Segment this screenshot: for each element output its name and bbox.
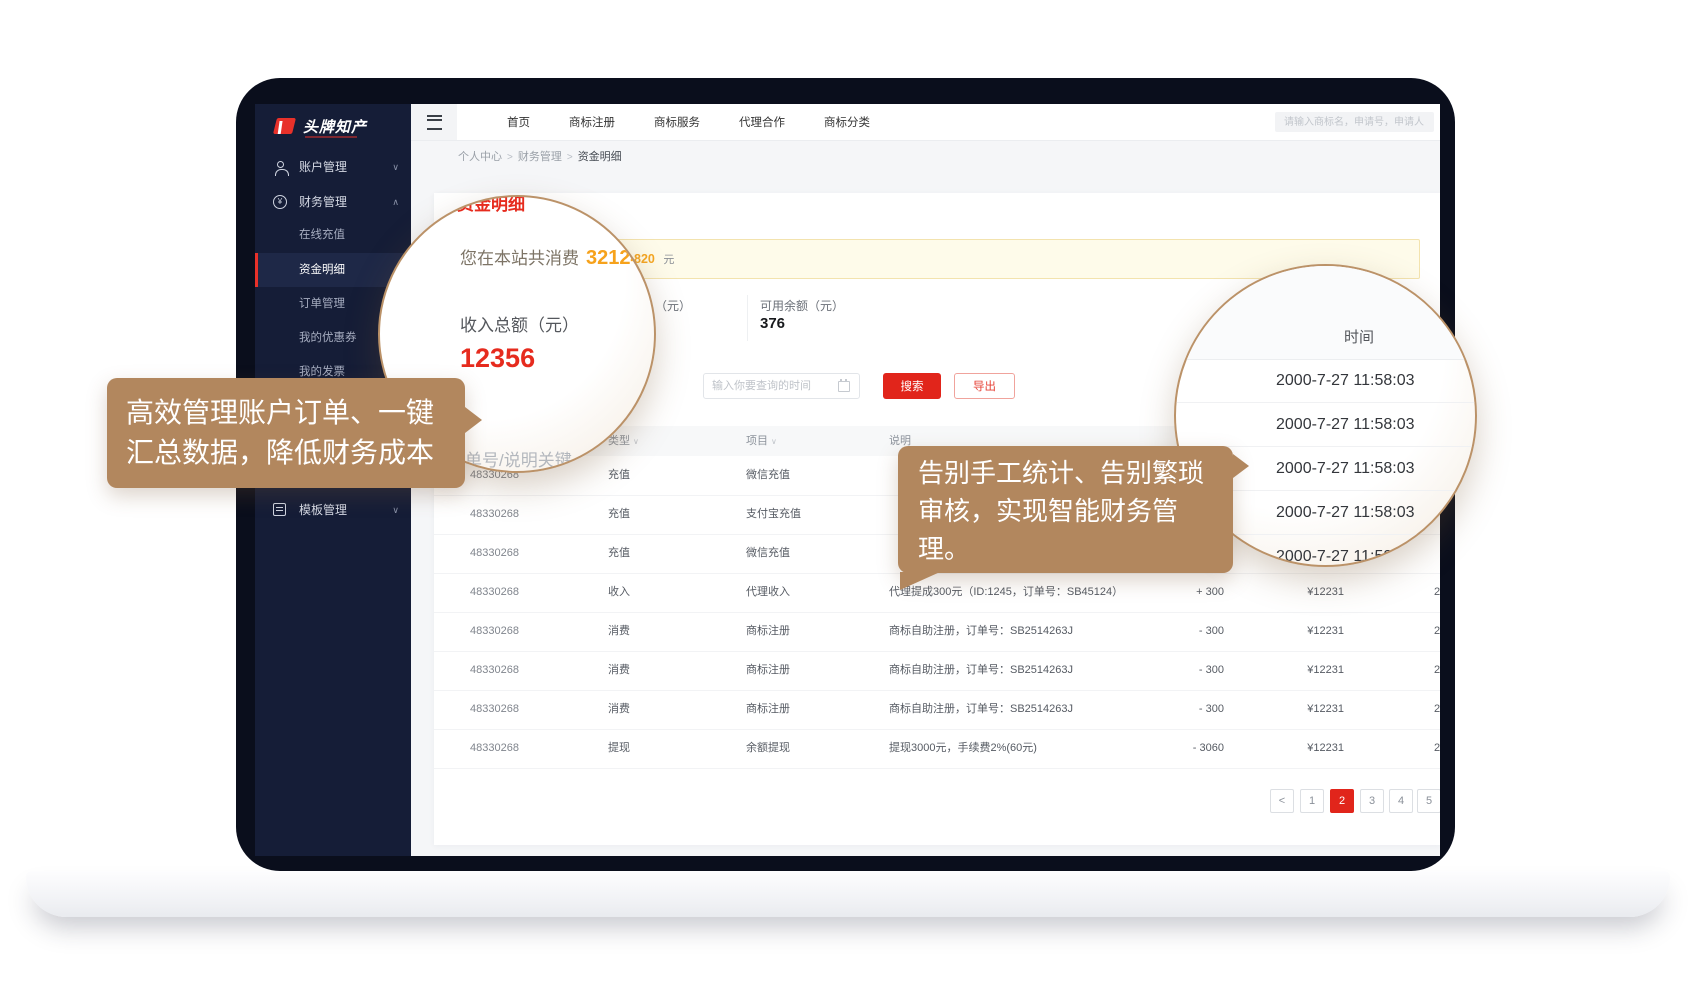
nav-tab-trademark-service[interactable]: 商标服务 — [654, 114, 700, 130]
logo-text: 头牌知产 — [303, 116, 367, 137]
callout-arrow-right-icon — [465, 407, 482, 433]
table-row[interactable]: 48330268 消费 商标注册 商标自助注册，订单号：SB2514263J -… — [434, 612, 1440, 652]
callout-left: 高效管理账户订单、一键汇总数据，降低财务成本 — [107, 378, 465, 488]
available-balance-value: 376 — [760, 315, 785, 332]
logo-flag-icon — [273, 118, 296, 134]
magnified-time-header: 时间 — [1176, 266, 1477, 360]
pagination-page-1[interactable]: 1 — [1300, 789, 1324, 813]
breadcrumb-current: 资金明细 — [578, 151, 622, 163]
chevron-down-icon: ∨ — [392, 150, 399, 184]
hamburger-icon — [427, 115, 442, 130]
breadcrumb-item[interactable]: 个人中心 — [458, 151, 502, 163]
nav-tab-agency[interactable]: 代理合作 — [739, 114, 785, 130]
magnified-tab-title: 资金明细 — [457, 195, 525, 215]
menu-button[interactable] — [411, 104, 457, 140]
breadcrumb: 个人中心 > 财务管理 > 资金明细 — [411, 141, 1440, 174]
trademark-search-input[interactable] — [1275, 112, 1434, 132]
nav-tab-trademark-register[interactable]: 商标注册 — [569, 114, 615, 130]
nav-tabs: 首页 商标注册 商标服务 代理合作 商标分类 — [507, 104, 870, 140]
breadcrumb-separator: > — [507, 152, 513, 163]
calendar-icon — [838, 381, 850, 392]
nav-tab-home[interactable]: 首页 — [507, 114, 530, 130]
pagination-prev-button[interactable]: < — [1270, 789, 1294, 813]
callout-arrow-right-icon — [1233, 454, 1249, 478]
magnified-keyword-placeholder: 订单号/说明关键 — [448, 446, 572, 471]
breadcrumb-item[interactable]: 财务管理 — [518, 151, 562, 163]
pagination-page-4[interactable]: 4 — [1389, 789, 1413, 813]
callout-arrow-bottom-left-icon — [900, 572, 940, 590]
laptop-base — [26, 871, 1670, 917]
pagination-page-5[interactable]: 5 — [1417, 789, 1440, 813]
sidebar-item-account[interactable]: 账户管理 ∨ — [255, 150, 411, 184]
callout-left-text: 高效管理账户订单、一键汇总数据，降低财务成本 — [126, 397, 434, 468]
date-filter-input[interactable] — [703, 373, 860, 399]
template-icon — [273, 503, 286, 516]
sort-caret-icon: ∨ — [633, 437, 639, 446]
callout-right: 告别手工统计、告别繁琐审核，实现智能财务管理。 — [898, 446, 1233, 573]
top-nav: 首页 商标注册 商标服务 代理合作 商标分类 — [411, 104, 1440, 141]
page: 头牌知产 账户管理 ∨ ¥ 财务管理 ∧ 在线充值 资金明细 — [0, 0, 1696, 1002]
magnified-consumption-amount: 32124 — [586, 247, 642, 269]
consumption-unit: 元 — [663, 254, 674, 266]
sidebar-item-template[interactable]: 模板管理 ∨ — [255, 493, 411, 527]
consume-total-label: （元） — [655, 297, 691, 314]
user-icon — [277, 161, 284, 168]
table-row[interactable]: 48330268 消费 商标注册 商标自助注册，订单号：SB2514263J -… — [434, 690, 1440, 730]
magnified-income-label: 收入总额（元） — [460, 311, 579, 336]
export-button[interactable]: 导出 — [954, 373, 1015, 399]
sidebar-item-finance[interactable]: ¥ 财务管理 ∧ — [255, 185, 411, 219]
callout-right-text: 告别手工统计、告别繁琐审核，实现智能财务管理。 — [918, 458, 1204, 564]
available-balance-label: 可用余额（元） — [760, 297, 844, 314]
breadcrumb-separator: > — [567, 152, 573, 163]
search-button[interactable]: 搜索 — [883, 373, 941, 399]
logo-subtitle — [305, 136, 357, 138]
sidebar-item-online-recharge[interactable]: 在线充值 — [255, 218, 411, 252]
logo: 头牌知产 — [255, 114, 411, 150]
pagination-page-3[interactable]: 3 — [1360, 789, 1384, 813]
magnified-time-row: 2000-7-27 11:58:03 — [1176, 403, 1477, 447]
table-row[interactable]: 48330268 消费 商标注册 商标自助注册，订单号：SB2514263J -… — [434, 651, 1440, 691]
finance-icon: ¥ — [273, 195, 287, 209]
chevron-up-icon: ∧ — [392, 185, 399, 219]
table-header-project[interactable]: 项目∨ — [746, 426, 777, 457]
table-row[interactable]: 48330268 提现 余额提现 提现3000元，手续费2%(60元) - 30… — [434, 729, 1440, 769]
nav-tab-trademark-class[interactable]: 商标分类 — [824, 114, 870, 130]
sort-caret-icon: ∨ — [771, 437, 777, 446]
stats-divider — [747, 295, 748, 341]
magnified-consumption-text: 您在本站共消费32124 — [460, 244, 642, 270]
magnified-time-row: 2000-7-27 11:58:03 — [1176, 359, 1477, 403]
chevron-down-icon: ∨ — [392, 493, 399, 527]
pagination-page-2-active[interactable]: 2 — [1330, 789, 1354, 813]
magnified-income-value: 12356 — [460, 343, 535, 374]
